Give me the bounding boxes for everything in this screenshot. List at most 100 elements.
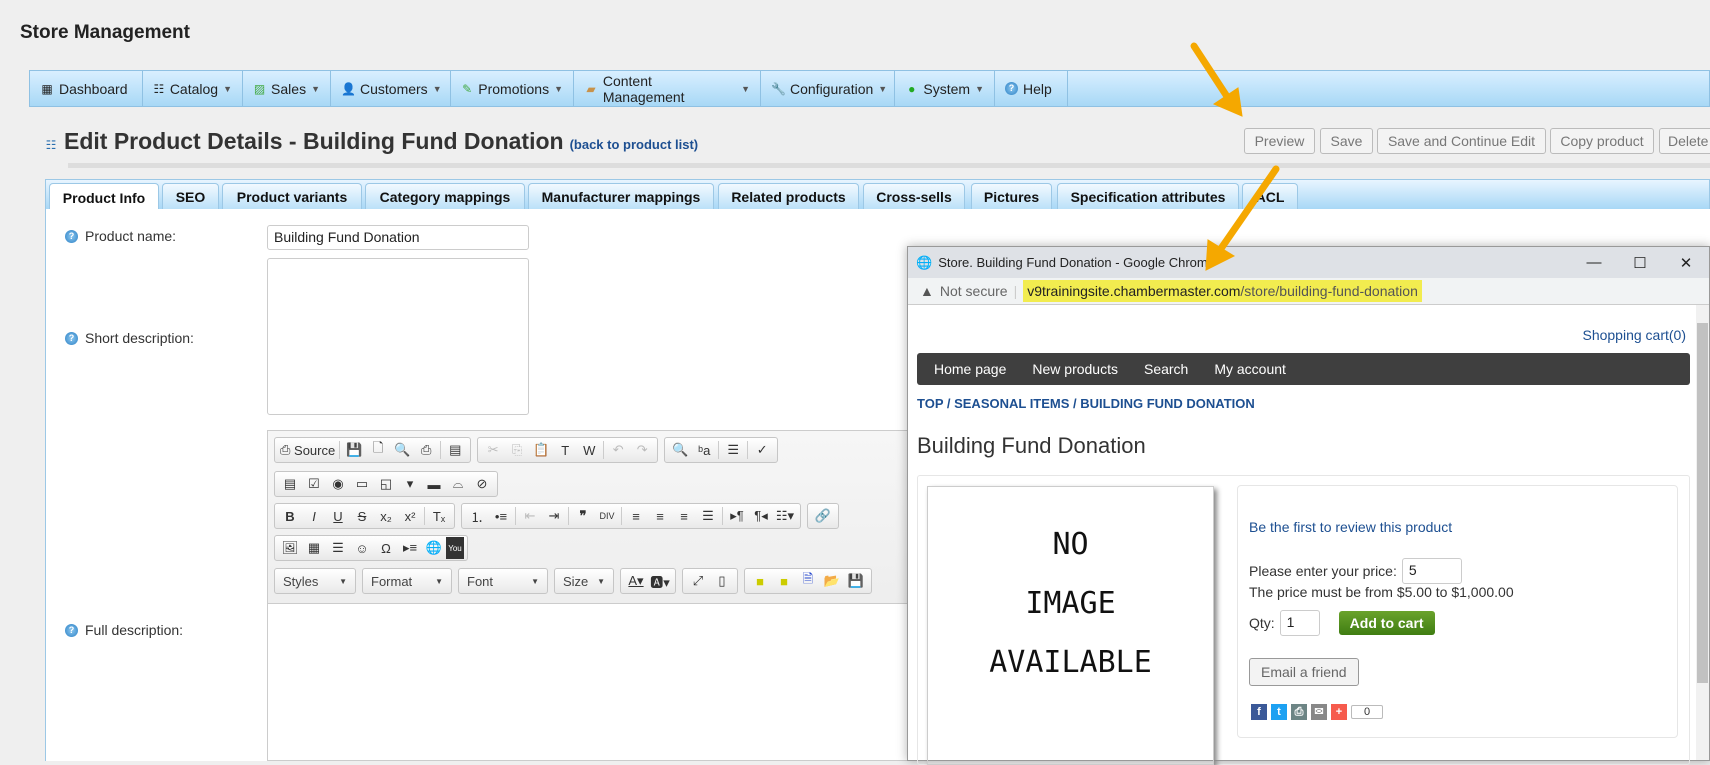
tab-manufacturer-mappings[interactable]: Manufacturer mappings <box>528 183 714 210</box>
div-icon[interactable]: DIV <box>595 505 619 527</box>
print-icon[interactable]: ⎙ <box>414 439 438 461</box>
back-to-list-link[interactable]: (back to product list) <box>570 137 699 152</box>
price-input[interactable]: 5 <box>1401 558 1462 584</box>
full-description-editor[interactable] <box>268 603 926 760</box>
source-button[interactable]: ⎙ Source <box>278 439 337 461</box>
subscript-icon[interactable]: x₂ <box>374 505 398 527</box>
horizontal-rule-icon[interactable]: ☰ <box>326 537 350 559</box>
tab-cross-sells[interactable]: Cross-sells <box>863 183 965 210</box>
page-break-icon[interactable]: ▸≡ <box>398 537 422 559</box>
iframe-icon[interactable]: 🌐 <box>422 537 446 559</box>
facebook-icon[interactable]: f <box>1251 704 1267 720</box>
help-icon[interactable]: ? <box>65 623 78 637</box>
justify-icon[interactable]: ☰ <box>696 505 720 527</box>
textarea-icon[interactable]: ◱ <box>374 473 398 495</box>
select-field-icon[interactable]: ▾ <box>398 473 422 495</box>
text-color-icon[interactable]: A▾ <box>624 570 648 592</box>
text-field-icon[interactable]: ▭ <box>350 473 374 495</box>
menu-catalog[interactable]: ☷ Catalog ▼ <box>143 71 243 106</box>
outdent-icon[interactable]: ⇤ <box>518 505 542 527</box>
save-continue-button[interactable]: Save and Continue Edit <box>1377 128 1546 154</box>
tab-seo[interactable]: SEO <box>162 183 219 210</box>
spellcheck-icon[interactable]: ✓ <box>750 439 774 461</box>
smiley-icon[interactable]: ☺ <box>350 537 374 559</box>
share-plus-icon[interactable]: + <box>1331 704 1347 720</box>
tab-pictures[interactable]: Pictures <box>971 183 1052 210</box>
minimize-button[interactable]: — <box>1571 247 1617 278</box>
qty-input[interactable]: 1 <box>1279 610 1320 636</box>
tab-acl[interactable]: ACL <box>1242 183 1298 210</box>
menu-dashboard[interactable]: ▦ Dashboard <box>30 71 143 106</box>
undo-icon[interactable]: ↶ <box>606 439 630 461</box>
tab-specification-attributes[interactable]: Specification attributes <box>1057 183 1239 210</box>
add-to-cart-button[interactable]: Add to cart <box>1338 611 1435 635</box>
language-icon[interactable]: ☷▾ <box>773 505 797 527</box>
redo-icon[interactable]: ↷ <box>630 439 654 461</box>
menu-customers[interactable]: 👤 Customers ▼ <box>331 71 451 106</box>
menu-content-management[interactable]: ▰ Content Management ▼ <box>574 71 761 106</box>
menu-system[interactable]: ● System ▼ <box>895 71 995 106</box>
email-icon[interactable]: ✉ <box>1311 704 1327 720</box>
menu-configuration[interactable]: 🔧 Configuration ▼ <box>761 71 895 106</box>
select-all-icon[interactable]: ☰ <box>721 439 745 461</box>
print-icon[interactable]: ⎙ <box>1291 704 1307 720</box>
cube-icon[interactable]: ■ <box>772 570 796 592</box>
menu-help[interactable]: ? Help <box>995 71 1068 106</box>
show-blocks-icon[interactable]: ▯ <box>710 570 734 592</box>
find-icon[interactable]: 🔍 <box>668 439 692 461</box>
table-icon[interactable]: ▦ <box>302 537 326 559</box>
twitter-icon[interactable]: t <box>1271 704 1287 720</box>
close-button[interactable]: ✕ <box>1663 247 1709 278</box>
save-icon[interactable]: 💾 <box>342 439 366 461</box>
blockquote-icon[interactable]: ❞ <box>571 505 595 527</box>
button-icon[interactable]: ▬ <box>422 473 446 495</box>
menu-promotions[interactable]: ✎ Promotions ▼ <box>451 71 574 106</box>
menu-sales[interactable]: ▨ Sales ▼ <box>243 71 331 106</box>
templates-icon[interactable]: ▤ <box>443 439 467 461</box>
nav-home-page[interactable]: Home page <box>934 361 1006 377</box>
superscript-icon[interactable]: x² <box>398 505 422 527</box>
preview-button[interactable]: Preview <box>1244 128 1315 154</box>
maximize-icon[interactable]: ⤢ <box>686 570 710 592</box>
save-icon[interactable]: 💾 <box>844 570 868 592</box>
address-bar[interactable]: ▲ Not secure | v9trainingsite.chambermaster… <box>908 278 1709 305</box>
ltr-icon[interactable]: ▸¶ <box>725 505 749 527</box>
delete-button[interactable]: Delete <box>1659 128 1710 154</box>
bulleted-list-icon[interactable]: •≡ <box>489 505 513 527</box>
copy-product-button[interactable]: Copy product <box>1550 128 1654 154</box>
align-center-icon[interactable]: ≡ <box>648 505 672 527</box>
align-left-icon[interactable]: ≡ <box>624 505 648 527</box>
paste-icon[interactable]: 📋 <box>529 439 553 461</box>
cube-icon[interactable]: ■ <box>748 570 772 592</box>
indent-icon[interactable]: ⇥ <box>542 505 566 527</box>
tab-related-products[interactable]: Related products <box>718 183 859 210</box>
youtube-icon[interactable]: You <box>446 537 464 559</box>
help-icon[interactable]: ? <box>65 229 78 243</box>
tab-category-mappings[interactable]: Category mappings <box>365 183 525 210</box>
nav-my-account[interactable]: My account <box>1214 361 1286 377</box>
help-icon[interactable]: ? <box>65 331 78 345</box>
open-folder-icon[interactable]: 📂 <box>820 570 844 592</box>
tab-product-variants[interactable]: Product variants <box>222 183 362 210</box>
product-name-input[interactable]: Building Fund Donation <box>267 225 529 250</box>
format-dropdown[interactable]: Format ▼ <box>362 568 452 594</box>
copy-icon[interactable]: ⎘ <box>505 439 529 461</box>
paste-word-icon[interactable]: W <box>577 439 601 461</box>
nav-new-products[interactable]: New products <box>1032 361 1118 377</box>
styles-dropdown[interactable]: Styles ▼ <box>274 568 356 594</box>
image-button-icon[interactable]: ⌓ <box>446 473 470 495</box>
image-icon[interactable]: 🖼 <box>278 537 302 559</box>
review-link[interactable]: Be the first to review this product <box>1249 519 1452 535</box>
preview-icon[interactable]: 🔍 <box>390 439 414 461</box>
replace-icon[interactable]: ᵇa <box>692 439 716 461</box>
document-icon[interactable]: 🗎 <box>796 570 820 592</box>
breadcrumb[interactable]: TOP / SEASONAL ITEMS / BUILDING FUND DON… <box>917 396 1255 411</box>
bold-icon[interactable]: B <box>278 505 302 527</box>
size-dropdown[interactable]: Size ▼ <box>554 568 614 594</box>
font-dropdown[interactable]: Font ▼ <box>458 568 548 594</box>
align-right-icon[interactable]: ≡ <box>672 505 696 527</box>
scrollbar-thumb[interactable] <box>1697 323 1708 683</box>
strike-icon[interactable]: S <box>350 505 374 527</box>
bg-color-icon[interactable]: 🅰▾ <box>648 570 672 592</box>
rtl-icon[interactable]: ¶◂ <box>749 505 773 527</box>
